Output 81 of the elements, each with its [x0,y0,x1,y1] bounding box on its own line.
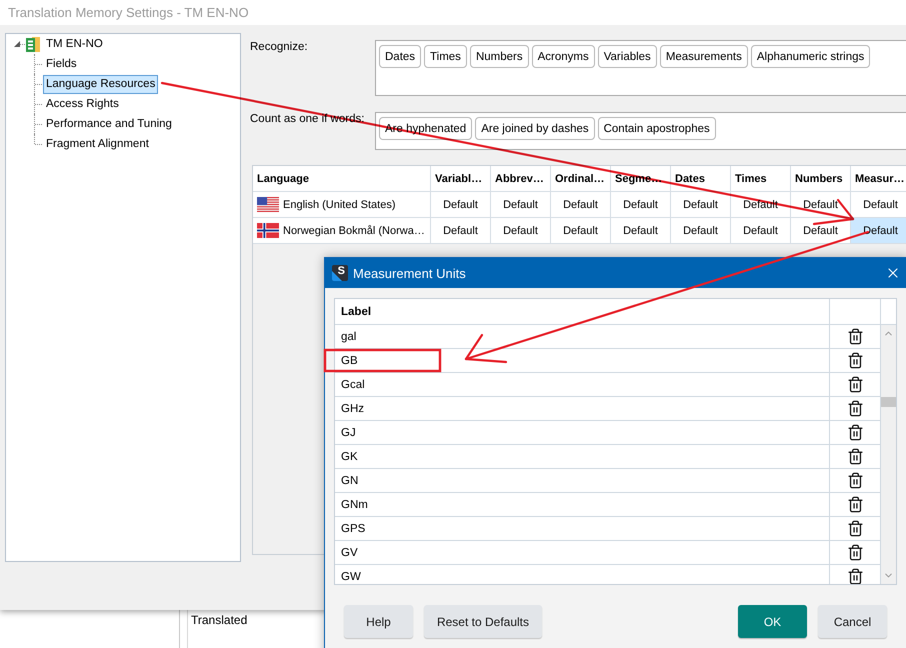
language-name: Norwegian Bokmål (Norwa… [283,224,425,236]
trash-icon[interactable] [846,352,864,369]
trash-icon[interactable] [846,400,864,417]
table-cell[interactable]: English (United States) [253,192,431,218]
book-icon [26,36,40,52]
field-label: Recognize: [250,40,309,55]
trash-icon[interactable] [846,448,864,465]
flag-icon [257,223,279,238]
language-name: English (United States) [283,198,396,210]
table-cell[interactable]: Default [731,192,791,218]
column-header[interactable]: Dates [671,166,731,192]
scrollbar-track[interactable] [881,325,896,584]
recognize-tag[interactable]: Variables [598,45,657,68]
recognize-tag[interactable]: Times [424,45,467,68]
unit-label[interactable]: GHz [335,397,830,420]
trash-icon[interactable] [846,424,864,441]
recognize-tag[interactable]: Dates [379,45,422,68]
column-header[interactable]: Abbrev… [491,166,551,192]
table-cell[interactable]: Default [731,218,791,244]
table-cell[interactable]: Default [491,192,551,218]
dialog-button[interactable]: OK [738,605,807,638]
table-cell[interactable]: Default [611,192,671,218]
table-cell[interactable]: Default [431,218,491,244]
unit-label[interactable]: GPS [335,517,830,540]
dialog-button[interactable]: Help [344,605,413,638]
unit-label[interactable]: GW [335,565,830,584]
dialog-title: Measurement Units [353,266,467,280]
table-cell[interactable]: Default [671,218,731,244]
status-text: Translated [191,613,248,627]
table-cell[interactable]: Default [551,218,611,244]
column-header[interactable]: Measur… [851,166,906,192]
tree-item[interactable]: Access Rights [43,94,122,114]
trash-icon[interactable] [846,520,864,537]
tree-item[interactable]: Fragment Alignment [43,134,152,154]
tree-item[interactable]: Performance and Tuning [43,114,175,134]
unit-label[interactable]: GNm [335,493,830,516]
trash-icon[interactable] [846,328,864,345]
trash-icon[interactable] [846,376,864,393]
table-cell[interactable]: Default [431,192,491,218]
unit-label[interactable]: GB [335,349,830,372]
table-cell[interactable]: Default [491,218,551,244]
trash-icon[interactable] [846,472,864,489]
unit-label[interactable]: GJ [335,421,830,444]
window-title: Translation Memory Settings - TM EN-NO [8,5,249,20]
trash-icon[interactable] [846,568,864,584]
flag-icon [257,197,279,212]
recognize-tag[interactable]: Acronyms [532,45,595,68]
recognize-tag[interactable]: Alphanumeric strings [750,45,870,68]
trash-icon[interactable] [846,496,864,513]
column-header[interactable]: Ordinal… [551,166,611,192]
table-cell[interactable]: Default [851,192,906,218]
unit-label[interactable]: Gcal [335,373,830,396]
table-cell[interactable]: Norwegian Bokmål (Norwa… [253,218,431,244]
table-cell[interactable]: Default [851,218,906,244]
word-rule-tag[interactable]: Contain apostrophes [598,117,716,140]
trash-icon[interactable] [846,544,864,561]
scrollbar-thumb[interactable] [881,397,896,407]
table-cell[interactable]: Default [791,218,851,244]
tree-item[interactable]: Fields [43,54,80,74]
column-header[interactable]: Variabl… [431,166,491,192]
dialog-button[interactable]: Cancel [818,605,887,638]
tree-item[interactable]: TM EN-NO [43,34,106,54]
tag-field[interactable]: Dates Times Numbers Acronyms Variables Measurements Alphanumeric strings [375,40,906,96]
table-cell[interactable]: Default [671,192,731,218]
triangle-icon[interactable] [14,41,20,47]
recognize-tag[interactable]: Measurements [660,45,748,68]
tree-item[interactable]: Language Resources [43,74,158,94]
app-logo: S [332,265,348,281]
dialog-button[interactable]: Reset to Defaults [424,605,542,638]
table-cell[interactable]: Default [551,192,611,218]
unit-label[interactable]: gal [335,325,830,348]
unit-label[interactable]: GV [335,541,830,564]
column-header[interactable]: Label [335,299,830,324]
column-header[interactable]: Numbers [791,166,851,192]
table-cell[interactable]: Default [611,218,671,244]
column-header[interactable]: Language [253,166,431,192]
unit-label[interactable]: GN [335,469,830,492]
word-rule-tag[interactable]: Are joined by dashes [475,117,595,140]
recognize-tag[interactable]: Numbers [470,45,529,68]
column-header[interactable]: Times [731,166,791,192]
unit-label[interactable]: GK [335,445,830,468]
